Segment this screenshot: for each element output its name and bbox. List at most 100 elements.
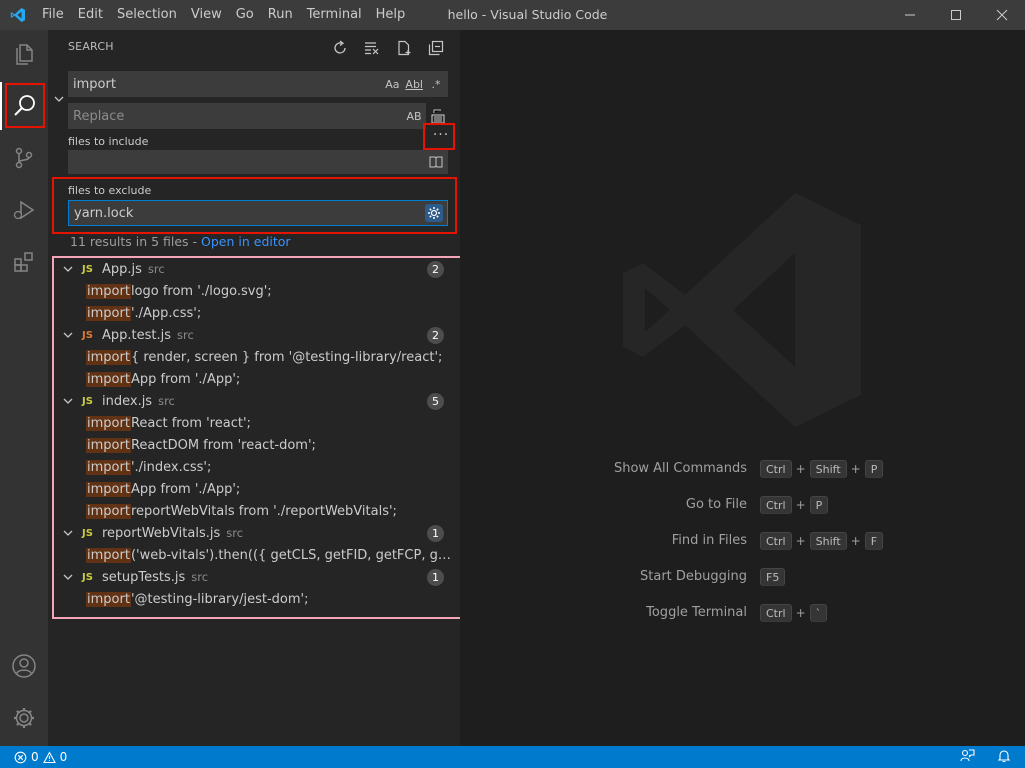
result-match-row[interactable]: import logo from './logo.svg'; (54, 280, 452, 302)
results-summary: 11 results in 5 files - Open in editor (70, 234, 291, 249)
search-open-editors-only-toggle[interactable] (428, 153, 444, 171)
match-text: logo from './logo.svg'; (130, 283, 272, 299)
plus-sign: + (795, 498, 806, 512)
notifications-button[interactable] (997, 749, 1011, 766)
accounts-icon (12, 654, 36, 678)
menu-terminal[interactable]: Terminal (300, 0, 369, 30)
refresh-button[interactable] (330, 38, 350, 58)
result-match-row[interactable]: import App from './App'; (54, 478, 452, 500)
files-to-include-input[interactable] (68, 150, 428, 174)
menu-go[interactable]: Go (229, 0, 261, 30)
sidebar-actions (330, 38, 446, 58)
accounts-button[interactable] (0, 642, 48, 690)
minimize-button[interactable] (887, 0, 933, 30)
files-to-exclude-input[interactable] (69, 201, 425, 225)
shortcut-keys: Ctrl + ` (760, 604, 828, 622)
files-to-include-field (68, 150, 448, 174)
match-highlight: import (86, 591, 131, 607)
run-debug-button[interactable] (0, 186, 48, 234)
result-match-row[interactable]: import '@testing-library/jest-dom'; (54, 588, 452, 610)
match-count-badge: 1 (427, 525, 444, 542)
menu-help[interactable]: Help (369, 0, 413, 30)
match-highlight: import (86, 305, 131, 321)
result-match-row[interactable]: import React from 'react'; (54, 412, 452, 434)
source-control-button[interactable] (0, 134, 48, 182)
replace-all-button[interactable] (430, 107, 446, 125)
result-file-row[interactable]: JS setupTests.js src 1 (54, 566, 458, 588)
title-bar: File Edit Selection View Go Run Terminal Help h… (0, 0, 1025, 30)
key-cap: Ctrl (760, 460, 792, 478)
shortcut-row: Start Debugging F5 (460, 566, 1025, 602)
search-results-tree: JS App.js src 2 import logo from './logo.svg… (54, 258, 458, 610)
preserve-case-toggle[interactable]: AB (406, 107, 422, 125)
problems-status[interactable]: 0 0 (0, 750, 67, 764)
source-control-icon (15, 147, 33, 169)
use-regex-toggle[interactable]: .* (428, 75, 444, 93)
status-bar: 0 0 (0, 746, 1025, 768)
result-file-name: reportWebVitals.js (102, 525, 221, 541)
expand-toggle[interactable] (60, 527, 76, 539)
menu-selection[interactable]: Selection (110, 0, 184, 30)
menu-bar: File Edit Selection View Go Run Terminal Help (35, 0, 412, 30)
js-file-icon: JS (82, 263, 93, 275)
feedback-button[interactable] (960, 748, 975, 766)
plus-sign: + (795, 462, 806, 476)
manage-button[interactable] (0, 694, 48, 742)
toggle-search-details-button[interactable]: ··· (426, 127, 456, 143)
result-match-row[interactable]: import './App.css'; (54, 302, 452, 324)
result-match-row[interactable]: import App from './App'; (54, 368, 452, 390)
close-button[interactable] (979, 0, 1025, 30)
js-file-icon: JS (82, 329, 93, 341)
result-file-row[interactable]: JS App.js src 2 (54, 258, 458, 280)
use-exclude-settings-toggle[interactable] (425, 204, 443, 222)
expand-toggle[interactable] (60, 395, 76, 407)
vscode-logo-icon (0, 0, 35, 30)
menu-edit[interactable]: Edit (71, 0, 110, 30)
expand-toggle[interactable] (60, 329, 76, 341)
match-text: App from './App'; (130, 481, 241, 497)
result-file-row[interactable]: JS App.test.js src 2 (54, 324, 458, 346)
clear-results-button[interactable] (362, 38, 382, 58)
menu-view[interactable]: View (184, 0, 229, 30)
menu-file[interactable]: File (35, 0, 71, 30)
collapse-all-button[interactable] (426, 38, 446, 58)
search-view-button[interactable] (0, 82, 48, 130)
clear-results-icon (365, 42, 379, 55)
match-highlight: import (86, 371, 131, 387)
match-text: '@testing-library/jest-dom'; (130, 591, 309, 607)
match-text: reportWebVitals from './reportWebVitals'… (130, 503, 397, 519)
shortcut-row: Go to File Ctrl + P (460, 494, 1025, 530)
explorer-button[interactable] (0, 30, 48, 78)
shortcut-label: Start Debugging (640, 569, 747, 584)
result-file-row[interactable]: JS reportWebVitals.js src 1 (54, 522, 458, 544)
match-case-toggle[interactable]: Aa (384, 75, 400, 93)
open-in-editor-link[interactable]: Open in editor (201, 234, 291, 249)
replace-input[interactable] (68, 103, 406, 129)
expand-toggle[interactable] (60, 263, 76, 275)
result-file-row[interactable]: JS index.js src 5 (54, 390, 458, 412)
menu-run[interactable]: Run (261, 0, 300, 30)
result-match-row[interactable]: import './index.css'; (54, 456, 452, 478)
files-to-exclude-label: files to exclude (68, 184, 152, 197)
expand-toggle[interactable] (60, 571, 76, 583)
activity-bar (0, 30, 48, 746)
new-search-editor-icon (398, 40, 411, 56)
maximize-button[interactable] (933, 0, 979, 30)
match-highlight: import (86, 503, 131, 519)
chevron-down-icon (63, 398, 73, 404)
new-search-editor-button[interactable] (394, 38, 414, 58)
result-match-row[interactable]: import reportWebVitals from './reportWeb… (54, 500, 452, 522)
toggle-replace-button[interactable] (52, 92, 66, 106)
match-count-badge: 1 (427, 569, 444, 586)
match-whole-word-toggle[interactable]: Abl (405, 75, 423, 93)
extensions-button[interactable] (0, 238, 48, 286)
search-input[interactable] (68, 71, 385, 97)
files-to-include-label: files to include (68, 135, 149, 148)
result-match-row[interactable]: import ('web-vitals').then(({ getCLS, get… (54, 544, 452, 566)
key-cap: F5 (760, 568, 786, 586)
result-file-dir: src (226, 526, 244, 540)
ellipsis-icon: ··· (432, 127, 450, 143)
result-match-row[interactable]: import ReactDOM from 'react-dom'; (54, 434, 452, 456)
result-match-row[interactable]: import { render, screen } from '@testing… (54, 346, 452, 368)
match-highlight: import (86, 459, 131, 475)
